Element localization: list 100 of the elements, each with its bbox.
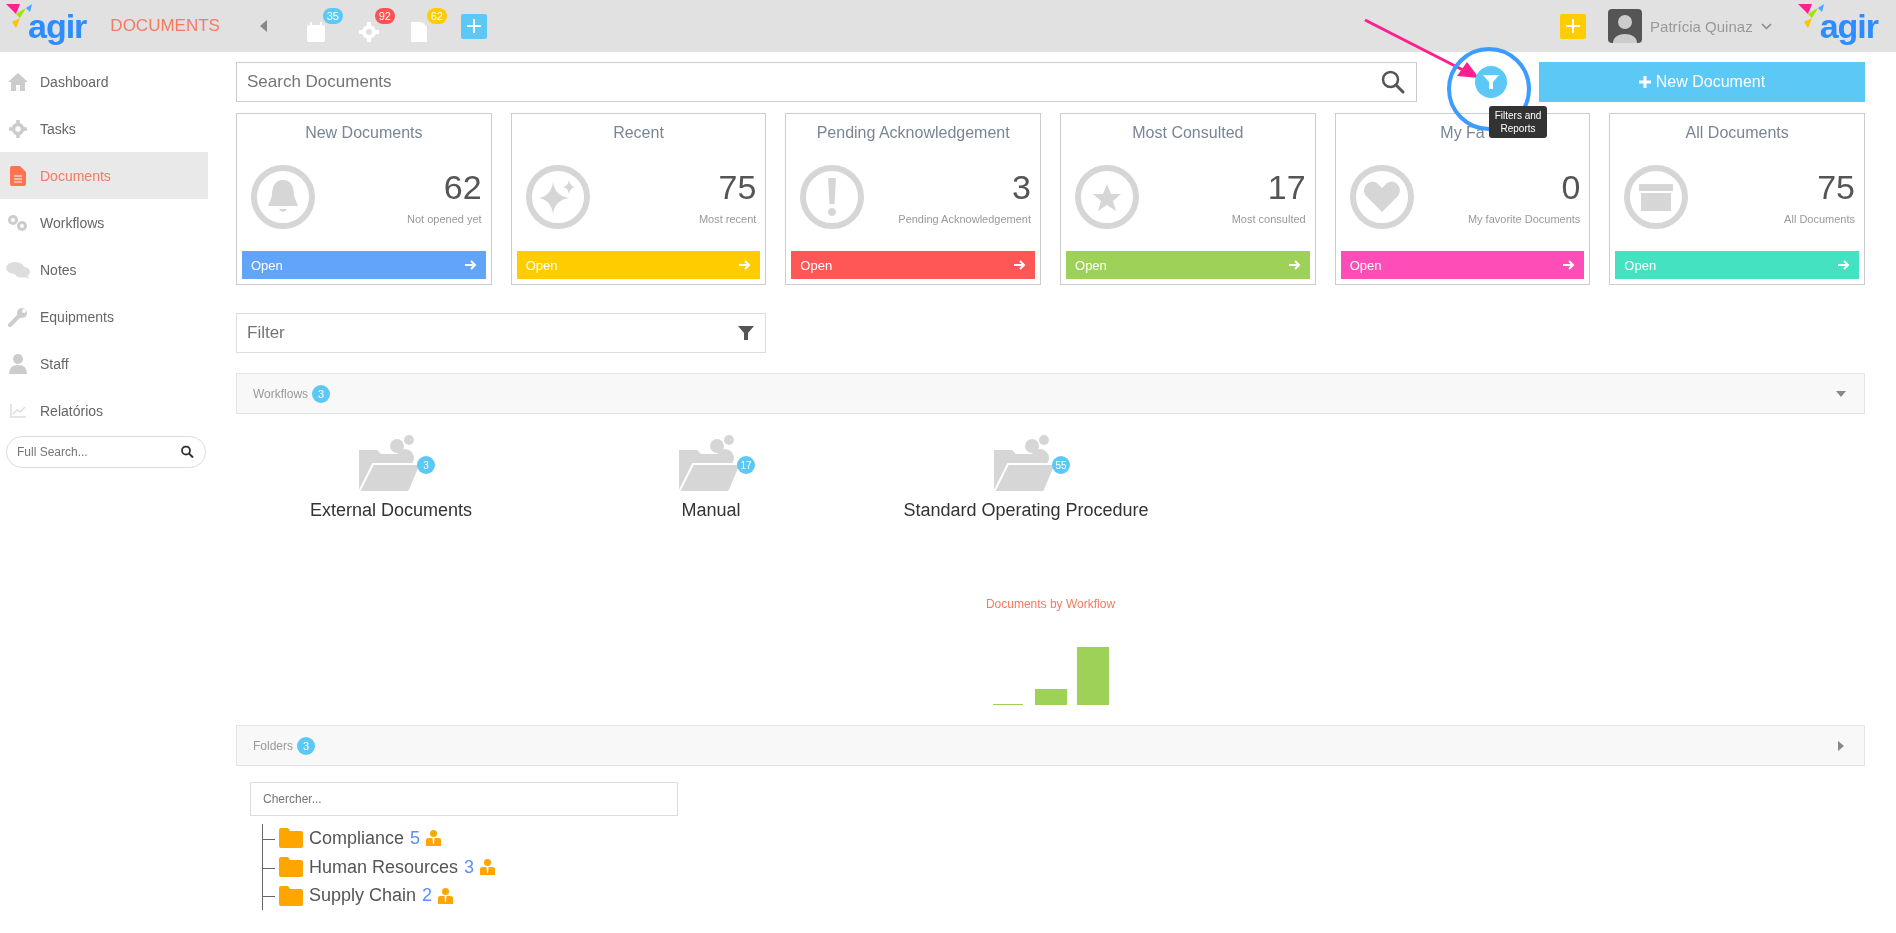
card-title: Pending Acknowledgement bbox=[816, 124, 1010, 142]
card-count: 62 bbox=[443, 168, 482, 207]
wrench-icon bbox=[6, 306, 30, 327]
folder-count: 2 bbox=[422, 885, 433, 907]
collapse-caret-icon[interactable] bbox=[259, 20, 267, 32]
new-document-button[interactable]: New Document bbox=[1539, 62, 1865, 102]
search-field[interactable]: Search Documents bbox=[236, 62, 1417, 102]
gear-icon bbox=[358, 22, 379, 42]
section-title: Folders bbox=[253, 738, 293, 753]
count-badge: 92 bbox=[374, 8, 395, 24]
section-title: Workflows bbox=[253, 386, 309, 401]
open-button[interactable]: Open bbox=[1340, 251, 1585, 279]
folder-icon bbox=[279, 857, 303, 877]
sidebar-item[interactable]: Notes bbox=[0, 246, 208, 293]
folder-count: 3 bbox=[464, 856, 475, 878]
folder-icon bbox=[279, 828, 303, 849]
person-icon[interactable] bbox=[480, 859, 496, 875]
chevron-down-icon bbox=[1760, 22, 1772, 30]
count-badge: 3 bbox=[312, 384, 331, 403]
workflow-item[interactable]: 55 Standard Operating Procedure bbox=[876, 434, 1176, 521]
folder-link[interactable]: Supply Chain bbox=[309, 885, 417, 907]
app-logo: agir bbox=[1819, 8, 1878, 44]
filter-field[interactable]: Filter bbox=[236, 313, 766, 353]
card-subtitle: My favorite Documents bbox=[1467, 213, 1581, 225]
card-subtitle: Pending Acknowledgement bbox=[898, 213, 1031, 225]
workflow-item[interactable]: 3 External Documents bbox=[236, 434, 546, 521]
notification-button[interactable]: 35 bbox=[304, 8, 343, 44]
app-logo: agir bbox=[28, 8, 87, 44]
home-icon bbox=[6, 72, 30, 91]
search-field[interactable]: Chercher... bbox=[250, 782, 678, 816]
gear-icon bbox=[6, 119, 30, 138]
add-button[interactable] bbox=[460, 13, 487, 39]
open-button[interactable]: Open bbox=[242, 251, 486, 279]
arrow-right-icon bbox=[1288, 260, 1301, 270]
search-field[interactable]: Full Search... bbox=[6, 436, 206, 468]
open-button[interactable]: Open bbox=[1615, 251, 1860, 279]
chat-icon bbox=[6, 260, 30, 279]
card-count: 75 bbox=[1817, 168, 1856, 207]
person-icon bbox=[6, 353, 30, 374]
sidebar-item[interactable]: Dashboard bbox=[0, 58, 208, 105]
chart-title: Documents by Workflow bbox=[985, 597, 1116, 611]
card-subtitle: Most recent bbox=[698, 213, 757, 225]
search-icon bbox=[181, 445, 194, 459]
count-badge: 55 bbox=[1052, 456, 1070, 474]
avatar-icon bbox=[1608, 9, 1643, 43]
sidebar-item[interactable]: Equipments bbox=[0, 293, 208, 340]
card-title: Recent bbox=[613, 124, 664, 142]
card-count: 75 bbox=[718, 168, 757, 207]
count-badge: 17 bbox=[737, 456, 755, 474]
funnel-icon bbox=[738, 325, 754, 341]
arrow-right-icon bbox=[739, 260, 752, 270]
arrow-right-icon bbox=[1563, 260, 1576, 270]
card-count: 3 bbox=[1012, 168, 1031, 207]
app-title: DOCUMENTS bbox=[110, 16, 220, 36]
arrow-right-icon bbox=[464, 260, 477, 270]
sparkle-icon bbox=[524, 163, 591, 230]
card-subtitle: Not opened yet bbox=[407, 213, 482, 225]
folder-link[interactable]: Human Resources bbox=[309, 856, 459, 878]
archive-icon bbox=[1623, 163, 1690, 230]
sidebar-item[interactable]: Staff bbox=[0, 340, 208, 387]
count-badge: 35 bbox=[322, 8, 343, 24]
person-icon[interactable] bbox=[426, 830, 442, 847]
section-header[interactable]: Workflows 3 bbox=[236, 373, 1865, 414]
plus-icon bbox=[1566, 19, 1581, 33]
sidebar-item[interactable]: Documents bbox=[0, 152, 208, 199]
bell-icon bbox=[250, 163, 316, 230]
add-button[interactable] bbox=[1560, 13, 1587, 39]
sidebar-item[interactable]: Workflows bbox=[0, 199, 208, 246]
folder-link[interactable]: Compliance bbox=[309, 827, 405, 849]
workflow-item[interactable]: 17 Manual bbox=[546, 434, 876, 521]
section-header[interactable]: Folders 3 bbox=[236, 725, 1865, 766]
folder-count: 5 bbox=[410, 827, 421, 849]
card-count: 0 bbox=[1561, 168, 1581, 207]
tooltip: Filters and Reports bbox=[1489, 106, 1547, 138]
gears-icon bbox=[6, 213, 30, 232]
funnel-icon bbox=[1483, 74, 1499, 90]
count-badge: 3 bbox=[297, 736, 315, 755]
arrow-right-icon bbox=[1014, 260, 1026, 270]
filter-button[interactable] bbox=[1475, 66, 1507, 98]
calendar-icon bbox=[306, 22, 325, 42]
card-title: New Documents bbox=[305, 124, 423, 142]
plus-icon bbox=[466, 19, 481, 33]
card-subtitle: Most consulted bbox=[1231, 213, 1306, 225]
user-menu[interactable]: Patrícia Quinaz bbox=[1608, 9, 1772, 43]
card-count: 17 bbox=[1267, 168, 1306, 207]
open-button[interactable]: Open bbox=[791, 251, 1035, 279]
person-icon[interactable] bbox=[438, 887, 454, 904]
sidebar-item[interactable]: Relatórios bbox=[0, 387, 208, 434]
card-subtitle: All Documents bbox=[1784, 213, 1856, 225]
card-title: Most Consulted bbox=[1132, 124, 1244, 142]
sidebar-item[interactable]: Tasks bbox=[0, 105, 208, 152]
count-badge: 62 bbox=[426, 8, 447, 24]
notification-button[interactable]: 92 bbox=[356, 8, 395, 44]
open-button[interactable]: Open bbox=[1066, 251, 1310, 279]
count-badge: 3 bbox=[417, 456, 435, 474]
card-title: All Documents bbox=[1685, 124, 1789, 142]
arrow-right-icon bbox=[1838, 260, 1851, 270]
exclamation-icon bbox=[799, 163, 866, 230]
plus-icon bbox=[1638, 76, 1651, 88]
folder-icon bbox=[279, 885, 303, 906]
